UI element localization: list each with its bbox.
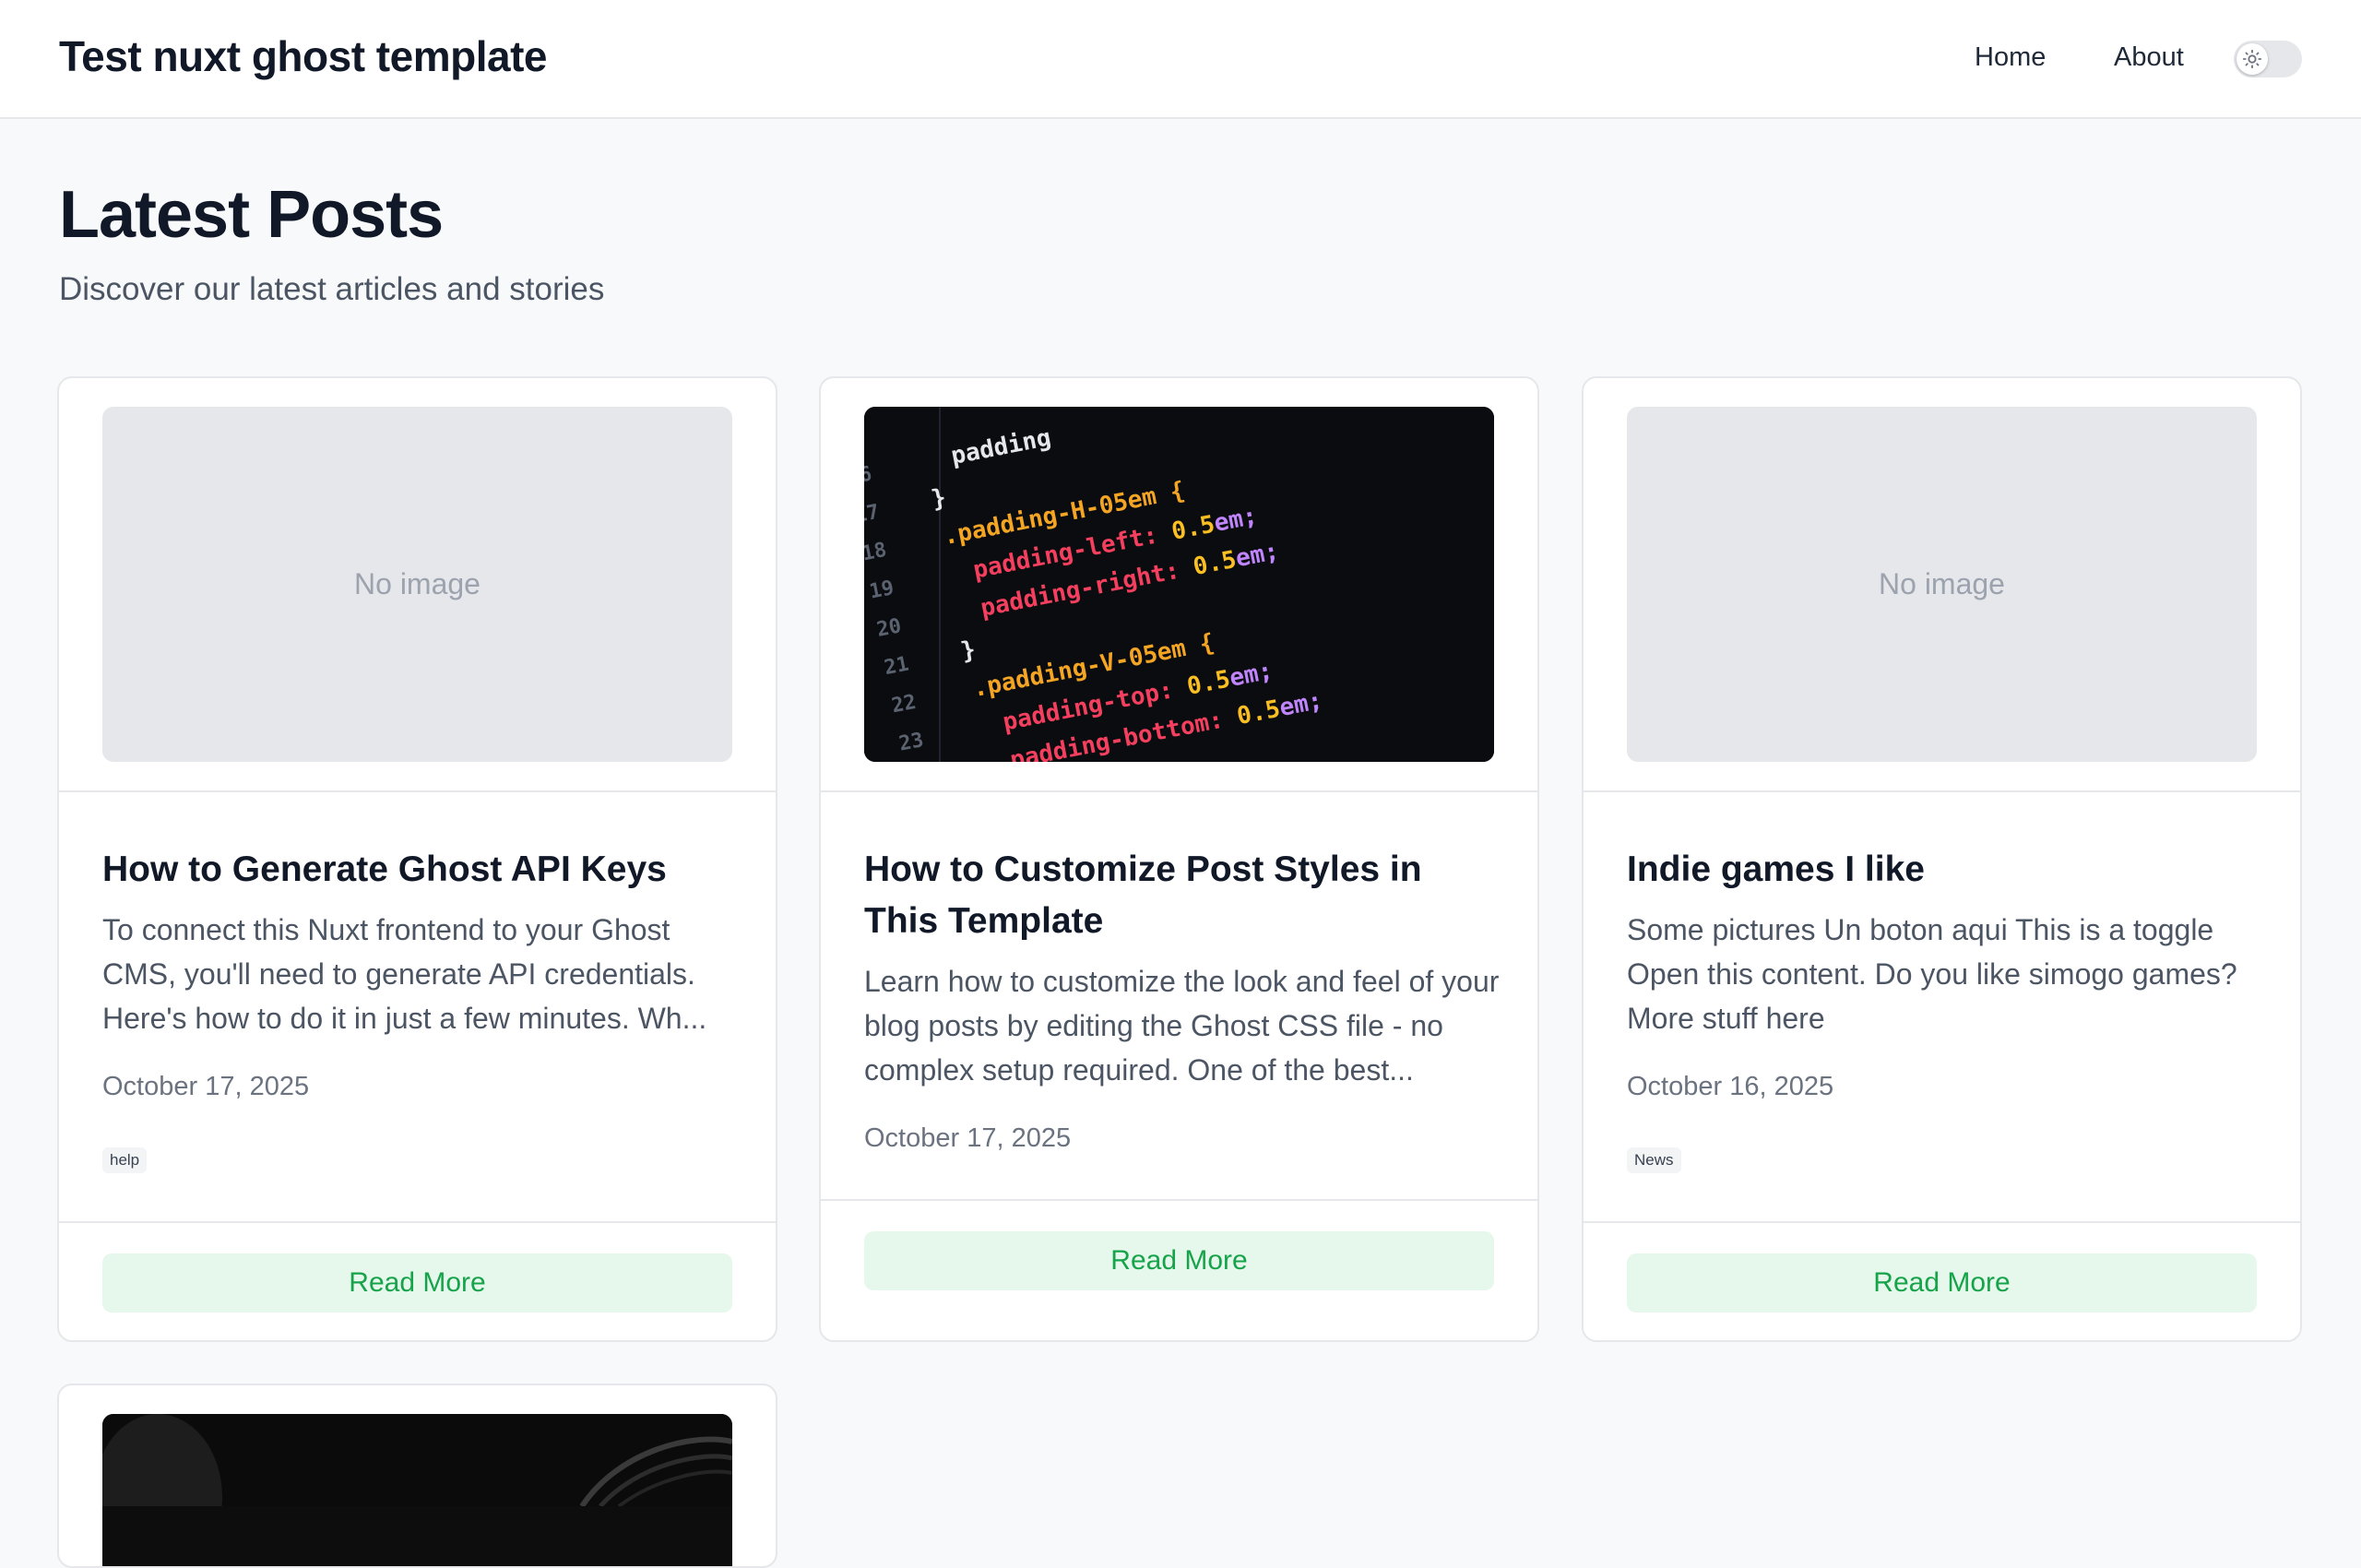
divider bbox=[1584, 790, 2300, 792]
post-date: October 16, 2025 bbox=[1627, 1072, 1834, 1101]
post-title[interactable]: How to Generate Ghost API Keys bbox=[102, 844, 739, 896]
post-card[interactable]: No image How to Generate Ghost API Keys … bbox=[57, 376, 777, 1342]
post-card[interactable]: 16padding17}18.padding-H-05em {19padding… bbox=[819, 376, 1539, 1342]
code-screenshot-image: 16padding17}18.padding-H-05em {19padding… bbox=[864, 407, 1494, 762]
site-title[interactable]: Test nuxt ghost template bbox=[59, 31, 547, 81]
sun-icon bbox=[2242, 49, 2262, 69]
post-card[interactable] bbox=[57, 1384, 777, 1568]
post-image[interactable] bbox=[102, 1414, 732, 1566]
divider bbox=[1584, 1221, 2300, 1223]
site-header: Test nuxt ghost template Home About bbox=[0, 0, 2361, 119]
post-date: October 17, 2025 bbox=[864, 1123, 1072, 1153]
post-image[interactable]: 16padding17}18.padding-H-05em {19padding… bbox=[864, 407, 1494, 762]
page-subtitle: Discover our latest articles and stories bbox=[59, 271, 605, 307]
divider bbox=[821, 1199, 1537, 1201]
read-more-button[interactable]: Read More bbox=[102, 1253, 732, 1313]
read-more-button[interactable]: Read More bbox=[864, 1231, 1494, 1290]
post-tag[interactable]: News bbox=[1627, 1147, 1681, 1173]
divider bbox=[821, 790, 1537, 792]
post-card[interactable]: No image Indie games I like Some picture… bbox=[1582, 376, 2302, 1342]
dark-photo-image bbox=[102, 1414, 732, 1566]
post-excerpt: Learn how to customize the look and feel… bbox=[864, 965, 1500, 1087]
post-image-placeholder[interactable]: No image bbox=[1627, 407, 2257, 762]
post-title[interactable]: How to Customize Post Styles in This Tem… bbox=[864, 844, 1501, 947]
theme-toggle-knob bbox=[2236, 43, 2268, 75]
post-excerpt: Some pictures Un boton aqui This is a to… bbox=[1627, 913, 2237, 1035]
nav-about-link[interactable]: About bbox=[2114, 42, 2184, 73]
read-more-button[interactable]: Read More bbox=[1627, 1253, 2257, 1313]
no-image-label: No image bbox=[1879, 567, 2005, 600]
post-image-placeholder[interactable]: No image bbox=[102, 407, 732, 762]
theme-toggle[interactable] bbox=[2234, 41, 2302, 77]
post-title[interactable]: Indie games I like bbox=[1627, 844, 2263, 896]
nav-home-link[interactable]: Home bbox=[1975, 42, 2046, 73]
post-excerpt: To connect this Nuxt frontend to your Gh… bbox=[102, 913, 707, 1035]
post-date: October 17, 2025 bbox=[102, 1072, 310, 1101]
page-title: Latest Posts bbox=[59, 178, 444, 252]
divider bbox=[59, 1221, 776, 1223]
no-image-label: No image bbox=[354, 567, 481, 600]
divider bbox=[59, 790, 776, 792]
post-tag[interactable]: help bbox=[102, 1147, 148, 1173]
